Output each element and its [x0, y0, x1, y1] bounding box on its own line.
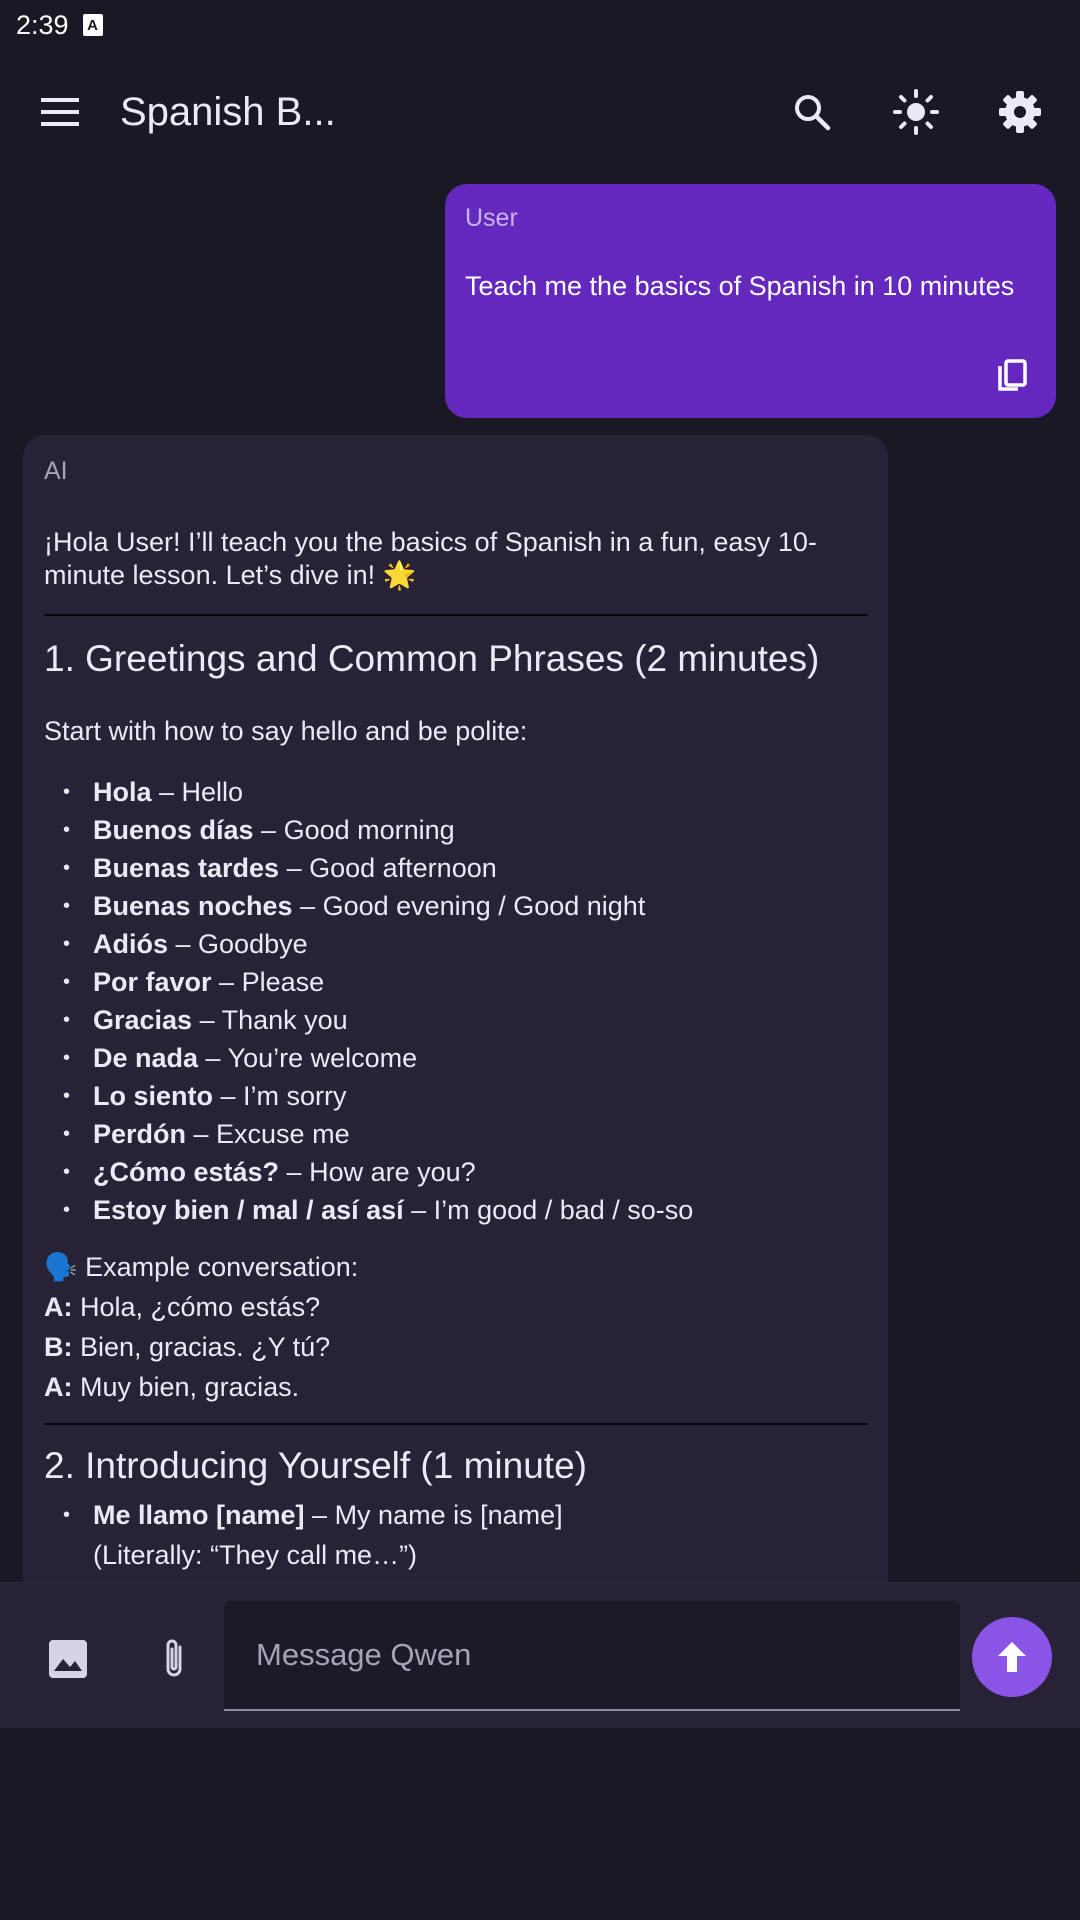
ai-intro-text: ¡Hola User! I’ll teach you the basics of…	[44, 527, 817, 590]
phrase-english: – How are you?	[279, 1157, 476, 1187]
phrase-spanish: Gracias	[93, 1005, 193, 1035]
search-icon	[795, 95, 831, 131]
sender-label: User	[465, 204, 518, 232]
phrase-english: – Please	[211, 967, 325, 997]
phrase-english: – Thank you	[192, 1005, 348, 1035]
divider	[44, 1423, 868, 1425]
phrase-spanish: Buenos días	[93, 815, 254, 845]
phrase-spanish: Perdón	[93, 1119, 187, 1149]
copy-button[interactable]	[992, 356, 1032, 396]
phrase-english: – Goodbye	[168, 929, 308, 959]
settings-button[interactable]	[988, 80, 1052, 144]
gear-icon	[999, 91, 1041, 133]
phrase-list: Hola – Hello Buenos días – Good morning …	[44, 773, 868, 1229]
section-heading: 1. Greetings and Common Phrases (2 minut…	[44, 638, 820, 679]
phrase-spanish: De nada	[93, 1043, 199, 1073]
list-item: Gracias – Thank you	[44, 1001, 868, 1039]
phrase-english: – I’m good / bad / so-so	[403, 1195, 694, 1225]
speaker-text: Hola, ¿cómo estás?	[72, 1292, 321, 1322]
example-line: A: Muy bien, gracias.	[44, 1367, 868, 1407]
example-conversation: 🗣️ Example conversation: A: Hola, ¿cómo …	[44, 1247, 868, 1407]
list-item: Estoy bien / mal / así así – I’m good / …	[44, 1191, 868, 1229]
phrase-spanish: Por favor	[93, 967, 212, 997]
sender-label: AI	[44, 457, 68, 485]
list-item: Adiós – Goodbye	[44, 925, 868, 963]
example-line: A: Hola, ¿cómo estás?	[44, 1287, 868, 1327]
image-icon	[49, 1640, 87, 1678]
status-time: 2:39	[16, 9, 69, 40]
message-input[interactable]	[224, 1601, 960, 1711]
phrase-spanish: Buenas tardes	[93, 853, 280, 883]
phrase-note: (Literally: “They call me…”)	[93, 1540, 418, 1570]
list-item: Buenas noches – Good evening / Good nigh…	[44, 887, 868, 925]
example-line: B: Bien, gracias. ¿Y tú?	[44, 1327, 868, 1367]
list-item: Me llamo [name] – My name is [name] (Lit…	[44, 1495, 868, 1575]
chat-area[interactable]: User Teach me the basics of Spanish in 1…	[0, 170, 1080, 1582]
speaker-label: A:	[44, 1372, 73, 1402]
list-item: Por favor – Please	[44, 963, 868, 1001]
status-bar: 2:39 A	[0, 0, 1080, 50]
divider	[44, 614, 868, 616]
attach-button[interactable]	[142, 1627, 206, 1691]
phrase-english: – Good afternoon	[279, 853, 497, 883]
phrase-english: – Hello	[151, 777, 244, 807]
theme-toggle-button[interactable]	[884, 80, 948, 144]
phrase-spanish: Adiós	[93, 929, 169, 959]
list-item: ¿Cómo estás? – How are you?	[44, 1153, 868, 1191]
phrase-english: – Good morning	[253, 815, 455, 845]
example-title: 🗣️ Example conversation:	[44, 1252, 359, 1282]
speaker-text: Bien, gracias. ¿Y tú?	[72, 1332, 331, 1362]
top-app-bar: Spanish B...	[0, 62, 1080, 162]
menu-button[interactable]	[30, 82, 90, 142]
list-item: Perdón – Excuse me	[44, 1115, 868, 1153]
phrase-english: – I’m sorry	[213, 1081, 347, 1111]
phrase-spanish: Me llamo [name]	[93, 1500, 305, 1530]
user-message-text: Teach me the basics of Spanish in 10 min…	[465, 271, 1015, 301]
list-item: Hola – Hello	[44, 773, 868, 811]
arrow-up-icon	[998, 1642, 1026, 1672]
notification-icon: A	[82, 14, 103, 36]
send-button[interactable]	[972, 1617, 1052, 1697]
phrase-english: – You’re welcome	[198, 1043, 418, 1073]
paperclip-icon	[166, 1639, 182, 1677]
speaker-text: Muy bien, gracias.	[72, 1372, 300, 1402]
user-message-bubble: User Teach me the basics of Spanish in 1…	[445, 184, 1056, 418]
phrase-english: – My name is [name]	[304, 1500, 563, 1530]
section-subtext: Start with how to say hello and be polit…	[44, 716, 528, 746]
image-button[interactable]	[36, 1627, 100, 1691]
message-composer	[0, 1582, 1080, 1728]
search-button[interactable]	[780, 80, 844, 144]
phrase-spanish: ¿Cómo estás?	[93, 1157, 280, 1187]
phrase-spanish: Estoy bien / mal / así así	[93, 1195, 404, 1225]
phrase-english: – Good evening / Good night	[292, 891, 646, 921]
phrase-english: – Excuse me	[186, 1119, 350, 1149]
list-item: De nada – You’re welcome	[44, 1039, 868, 1077]
speaker-label: B:	[44, 1332, 73, 1362]
section-heading: 2. Introducing Yourself (1 minute)	[44, 1445, 587, 1486]
list-item: Lo siento – I’m sorry	[44, 1077, 868, 1115]
phrase-spanish: Buenas noches	[93, 891, 293, 921]
app-title: Spanish B...	[120, 89, 336, 134]
brightness-icon	[893, 89, 939, 135]
phrase-spanish: Hola	[93, 777, 152, 807]
copy-icon	[998, 359, 1027, 391]
ai-message-bubble: AI ¡Hola User! I’ll teach you the basics…	[23, 435, 888, 1582]
menu-icon	[41, 98, 79, 126]
list-item: Buenas tardes – Good afternoon	[44, 849, 868, 887]
phrase-spanish: Lo siento	[93, 1081, 213, 1111]
intro-list: Me llamo [name] – My name is [name] (Lit…	[44, 1495, 868, 1575]
list-item: Buenos días – Good morning	[44, 811, 868, 849]
speaker-label: A:	[44, 1292, 73, 1322]
